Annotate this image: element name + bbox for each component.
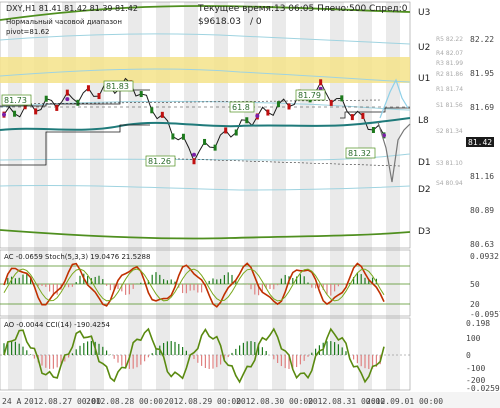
band-u2 [0, 33, 411, 45]
sub2-label: AO -0.0044 CCI(14) -190.4254 [4, 321, 111, 329]
balance-suffix: / 0 [250, 17, 262, 27]
level-label-d1: D1 [418, 158, 431, 168]
candle [160, 111, 164, 118]
candle [192, 158, 196, 165]
candle [329, 99, 333, 106]
axis-tick-faint: S2 81.34 [436, 128, 463, 135]
candle [55, 104, 59, 111]
price-label: 81.73 [4, 96, 27, 105]
axis-tick-faint: R2 81.86 [436, 71, 463, 78]
ma-line [0, 117, 411, 131]
candle [361, 112, 365, 119]
price-label: 81.26 [148, 157, 171, 166]
symbol-line: DXY,H1 81.41 81.42 81.39 81.42 [6, 4, 138, 13]
range-label: Нормальный часовой диапазон [6, 18, 122, 26]
candle [65, 89, 69, 96]
price-label: 81.83 [106, 82, 129, 91]
candle [34, 108, 38, 115]
candle [287, 103, 291, 110]
sub2-tick: -100 [466, 364, 485, 373]
time-tick: 24 A [2, 397, 21, 406]
sub1-axis: 0.0932 50 20-0.0957 [470, 252, 500, 319]
server-time: Текущее время:13 06:05 Плечо:500 Спред:0 [197, 4, 408, 14]
axis-tick-faint: R4 82.07 [436, 50, 463, 57]
candle [171, 133, 175, 140]
sub1-tick: -0.0957 [470, 310, 500, 319]
axis-tick: 80.63 [470, 240, 494, 249]
sub2-tick: -0.0259 [466, 384, 500, 393]
candle [224, 127, 228, 134]
axis-tick-faint: R3 81.99 [436, 60, 463, 67]
level-label-d3: D3 [418, 227, 431, 237]
sub2-tick: 0 [466, 351, 471, 360]
axis-tick: 81.16 [470, 172, 494, 181]
candle [150, 107, 154, 114]
pivot-label: pivot=81.62 [6, 28, 49, 36]
axis-tick-faint: R1 81.74 [436, 86, 463, 93]
candle [97, 93, 101, 100]
candle [340, 95, 344, 102]
price-label: 81.32 [348, 149, 371, 158]
axis-tick: 80.89 [470, 206, 494, 215]
price-label: 61.8 [232, 103, 250, 112]
chart-canvas: DXY,H1 81.41 81.42 81.39 81.42 Текущее в… [0, 1, 500, 408]
candle [76, 99, 80, 106]
candle [234, 129, 238, 136]
candle [86, 85, 90, 92]
candle [44, 95, 48, 102]
candle [13, 110, 17, 117]
time-axis: 24 A 2012.08.27 00:002012.08.28 00:00 2012… [0, 392, 500, 408]
sub1-tick: 20 [470, 300, 480, 309]
sub1-tick: 50 [470, 280, 480, 289]
level-label-u3: U3 [418, 8, 430, 18]
axis-tick-faint: S4 80.94 [436, 180, 463, 187]
candle [139, 91, 143, 98]
candle [245, 117, 249, 124]
candle [266, 109, 270, 116]
level-label-u2: U2 [418, 43, 430, 53]
axis-tick-faint: R5 82.22 [436, 36, 463, 43]
axis-tick: 82.22 [470, 35, 494, 44]
candle [181, 133, 185, 140]
sub2-tick: 0.198 [466, 319, 490, 328]
balance: $9618.03 [198, 17, 241, 27]
sub2-axis: 0.1981000-100-200-0.0259 [466, 319, 500, 393]
sub1-tick: 0.0932 [470, 252, 499, 261]
band-d3 [0, 229, 411, 240]
candle [350, 114, 354, 121]
axis-tick-faint: S1 81.56 [436, 102, 463, 109]
level-label-l8: L8 [418, 116, 429, 126]
candle [213, 144, 217, 151]
level-label-u1: U1 [418, 74, 430, 84]
price-label: 81.79 [298, 91, 321, 100]
data-point [65, 97, 70, 102]
data-point [192, 152, 196, 157]
time-tick: 2012.08.30 00:00 [236, 397, 313, 406]
candle [319, 79, 323, 86]
time-tick: 2012.08.28 00:00 [86, 397, 163, 406]
axis-tick: 81.95 [470, 69, 494, 78]
data-point [255, 113, 260, 118]
time-tick: 2012.08.29 00:00 [164, 397, 241, 406]
level-label-d2: D2 [418, 185, 431, 195]
sub1-label: AC -0.0659 Stoch(5,3,3) 19.0476 21.5288 [4, 253, 150, 261]
time-tick: 2012.09.01 00:00 [366, 397, 443, 406]
candle [276, 101, 280, 108]
data-point [2, 112, 6, 117]
candle [371, 126, 375, 133]
sub2-tick: 100 [466, 334, 481, 343]
level-labels: U3 U2 U1 L8 D1 D2 D3 [418, 8, 431, 237]
axis-tick: 81.69 [470, 103, 494, 112]
band-d2 [0, 184, 411, 191]
candle [203, 138, 207, 145]
axis-tick-faint: S3 81.10 [436, 160, 463, 167]
current-price-label: 81.42 [468, 138, 492, 147]
